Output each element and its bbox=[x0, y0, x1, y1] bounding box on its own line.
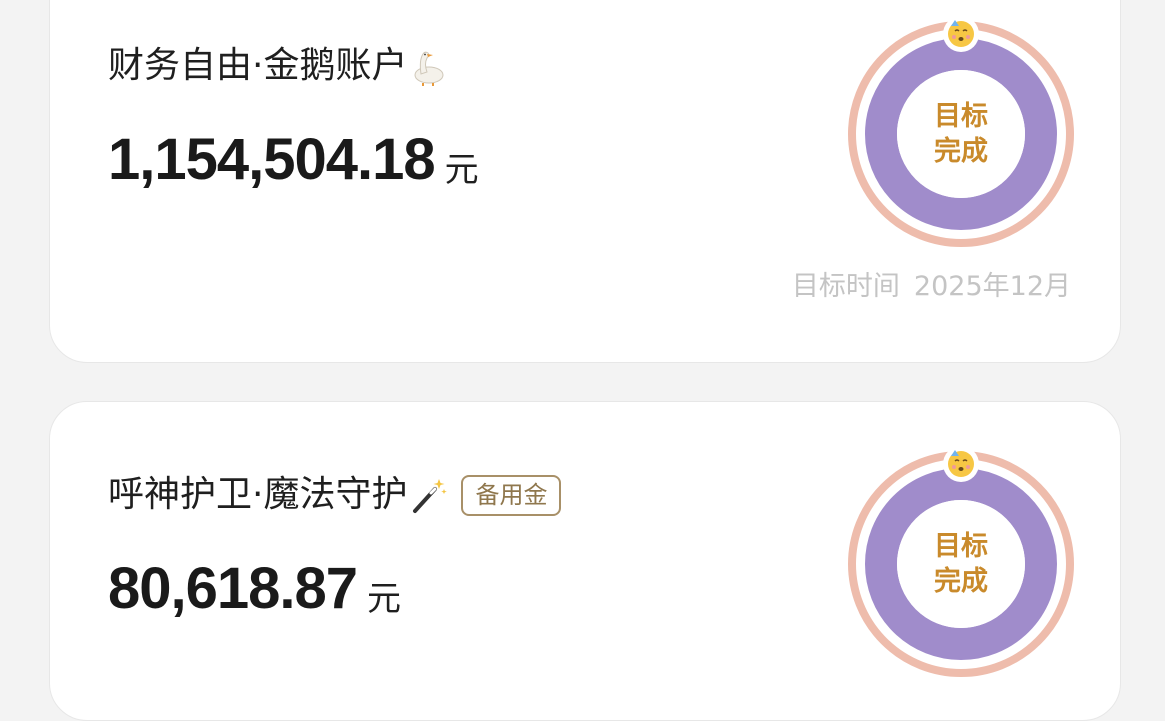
goal-progress-ring: 目标 完成 bbox=[847, 446, 1075, 678]
goal-complete-label: 目标 完成 bbox=[847, 450, 1075, 678]
account-title-text: 呼神护卫·魔法守护 bbox=[108, 474, 408, 516]
currency-unit: 元 bbox=[444, 150, 479, 190]
account-title: 呼神护卫·魔法守护 备用金 bbox=[108, 474, 562, 516]
currency-unit: 元 bbox=[367, 579, 402, 619]
account-card-magic-guard[interactable]: 呼神护卫·魔法守护 备用金 80,618.87 元 目标 完成 bbox=[49, 401, 1121, 721]
account-title: 财务自由·金鹅账户 bbox=[108, 46, 447, 86]
magic-wand-icon bbox=[411, 475, 448, 515]
target-time-value: 2025年12月 bbox=[913, 271, 1071, 302]
ring-label-line2: 完成 bbox=[934, 566, 988, 597]
goal-complete-label: 目标 完成 bbox=[847, 20, 1075, 248]
ring-label-line1: 目标 bbox=[934, 530, 988, 562]
account-card-golden-goose[interactable]: 财务自由·金鹅账户 1,154,504.18 元 目标 完成 目标时间 2025… bbox=[49, 0, 1121, 363]
account-balance: 80,618.87 bbox=[108, 556, 358, 621]
target-time: 目标时间 2025年12月 bbox=[792, 264, 1071, 303]
amount-row: 1,154,504.18 元 bbox=[108, 131, 479, 189]
goose-icon bbox=[411, 46, 447, 86]
account-balance: 1,154,504.18 bbox=[108, 127, 436, 192]
amount-row: 80,618.87 元 bbox=[108, 560, 401, 618]
account-title-text: 财务自由·金鹅账户 bbox=[108, 45, 408, 86]
target-time-label: 目标时间 bbox=[791, 271, 900, 302]
goal-progress-ring: 目标 完成 bbox=[847, 16, 1075, 248]
ring-label-line1: 目标 bbox=[934, 100, 988, 132]
ring-label-line2: 完成 bbox=[934, 136, 988, 167]
reserve-fund-badge: 备用金 bbox=[461, 475, 562, 516]
